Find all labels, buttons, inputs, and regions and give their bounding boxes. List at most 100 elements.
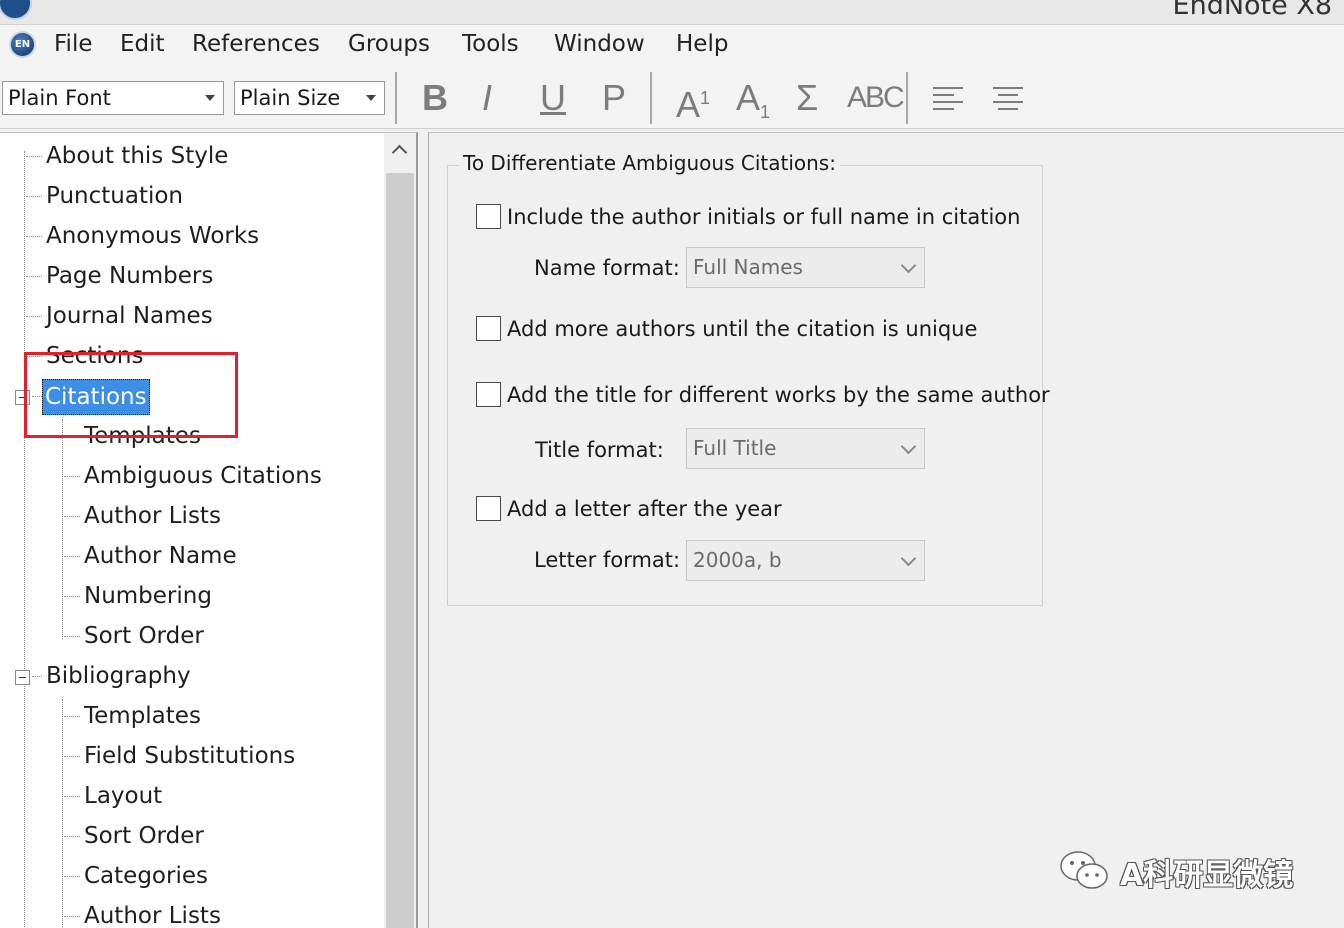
menu-file[interactable]: File (54, 31, 93, 57)
tree-item-layout[interactable]: Layout (84, 779, 162, 813)
scroll-thumb[interactable] (386, 173, 414, 928)
tree-connector (62, 419, 63, 639)
tree-item-field-substitutions[interactable]: Field Substitutions (84, 739, 295, 773)
tree-connector (26, 196, 42, 197)
endnote-logo-icon (0, 0, 32, 20)
add-letter-checkbox[interactable] (476, 496, 501, 521)
bold-button[interactable]: B (422, 74, 448, 122)
tree-item-about[interactable]: About this Style (46, 139, 228, 173)
groupbox-title: To Differentiate Ambiguous Citations: (459, 151, 840, 175)
tree-connector (26, 156, 42, 157)
underline-button[interactable]: U (540, 74, 566, 122)
menu-help[interactable]: Help (676, 31, 728, 57)
font-select-value: Plain Font (8, 86, 111, 110)
tree-item-citation-sort-order[interactable]: Sort Order (84, 619, 204, 653)
chevron-down-icon (205, 95, 215, 101)
align-center-icon[interactable] (992, 86, 1026, 134)
collapse-bibliography-icon[interactable] (15, 670, 30, 685)
tree-connector (64, 916, 80, 917)
symbol-button[interactable]: Σ (796, 74, 818, 122)
add-title-label[interactable]: Add the title for different works by the… (507, 383, 1050, 407)
size-select-value: Plain Size (240, 86, 341, 110)
toolbar-divider (650, 72, 652, 124)
include-initials-label[interactable]: Include the author initials or full name… (507, 205, 1020, 229)
toolbar-divider (395, 72, 397, 124)
menu-window[interactable]: Window (554, 31, 645, 57)
superscript-mark: 1 (700, 88, 711, 108)
menu-references[interactable]: References (192, 31, 320, 57)
title-format-label: Title format: (535, 438, 664, 462)
wechat-icon (1060, 851, 1108, 889)
toolbar-divider (906, 72, 908, 124)
tree-connector (64, 836, 80, 837)
tree-item-categories[interactable]: Categories (84, 859, 208, 893)
letter-format-select[interactable]: 2000a, b (686, 540, 925, 581)
tree-item-author-name[interactable]: Author Name (84, 539, 237, 573)
tree-item-citation-author-lists[interactable]: Author Lists (84, 499, 221, 533)
chevron-down-icon (900, 438, 917, 455)
tree-item-journal-names[interactable]: Journal Names (46, 299, 213, 333)
tree-connector (64, 876, 80, 877)
tree-connector (26, 276, 42, 277)
watermark-text: A科研显微镜 (1120, 858, 1294, 893)
font-select[interactable]: Plain Font (2, 81, 224, 115)
size-select[interactable]: Plain Size (234, 81, 385, 115)
name-format-value: Full Names (693, 255, 803, 279)
name-format-select[interactable]: Full Names (686, 247, 925, 288)
plain-button[interactable]: P (602, 74, 626, 122)
subscript-letter: A (736, 77, 761, 118)
tree-item-numbering[interactable]: Numbering (84, 579, 212, 613)
endnote-app-icon[interactable]: EN (9, 31, 36, 58)
add-title-checkbox[interactable] (476, 382, 501, 407)
title-format-value: Full Title (693, 436, 777, 460)
window-title: EndNote X8 (1172, 0, 1332, 21)
tree-item-page-numbers[interactable]: Page Numbers (46, 259, 213, 293)
tree-connector (64, 476, 80, 477)
menu-edit[interactable]: Edit (120, 31, 165, 57)
superscript-button[interactable]: A1 (676, 74, 711, 125)
superscript-letter: A (676, 84, 701, 125)
add-authors-checkbox[interactable] (476, 316, 501, 341)
letter-format-value: 2000a, b (693, 548, 782, 572)
tree-connector (64, 796, 80, 797)
chevron-down-icon (900, 257, 917, 274)
tree-connector (24, 409, 25, 928)
tree-connector (64, 596, 80, 597)
letter-format-label: Letter format: (534, 548, 681, 572)
tree-connector (64, 716, 80, 717)
include-initials-checkbox[interactable] (476, 204, 501, 229)
style-tree: About this Style Punctuation Anonymous W… (0, 132, 418, 928)
tree-item-bibliography-templates[interactable]: Templates (84, 699, 201, 733)
title-bar: EndNote X8 (0, 0, 1344, 25)
tree-scrollbar[interactable] (384, 133, 416, 928)
subscript-button[interactable]: A1 (736, 74, 770, 122)
menu-groups[interactable]: Groups (348, 31, 430, 57)
title-format-select[interactable]: Full Title (686, 428, 925, 469)
tree-connector (64, 636, 80, 637)
chevron-down-icon (900, 550, 917, 567)
scroll-up-icon[interactable] (384, 133, 416, 171)
tree-item-anonymous-works[interactable]: Anonymous Works (46, 219, 259, 253)
tree-item-ambiguous-citations[interactable]: Ambiguous Citations (84, 459, 322, 493)
add-letter-label[interactable]: Add a letter after the year (507, 497, 782, 521)
italic-button[interactable]: I (482, 74, 492, 122)
tree-connector (64, 756, 80, 757)
tree-item-punctuation[interactable]: Punctuation (46, 179, 183, 213)
tree-item-bibliography-sort-order[interactable]: Sort Order (84, 819, 204, 853)
subscript-mark: 1 (760, 102, 771, 123)
watermark: A科研显微镜 (1058, 848, 1293, 893)
tree-connector (32, 676, 42, 677)
tree-connector (26, 316, 42, 317)
align-left-icon[interactable] (932, 86, 966, 134)
menu-tools[interactable]: Tools (462, 31, 519, 57)
tree-connector (64, 556, 80, 557)
add-authors-label[interactable]: Add more authors until the citation is u… (507, 317, 977, 341)
highlight-annotation-box (24, 352, 238, 438)
smallcaps-button[interactable]: ABC (847, 74, 905, 122)
name-format-label: Name format: (534, 256, 680, 280)
tree-connector (64, 516, 80, 517)
tree-connector (62, 699, 63, 928)
tree-item-bibliography[interactable]: Bibliography (46, 659, 191, 693)
tree-item-bibliography-author-lists[interactable]: Author Lists (84, 899, 221, 928)
tree-connector (26, 236, 42, 237)
